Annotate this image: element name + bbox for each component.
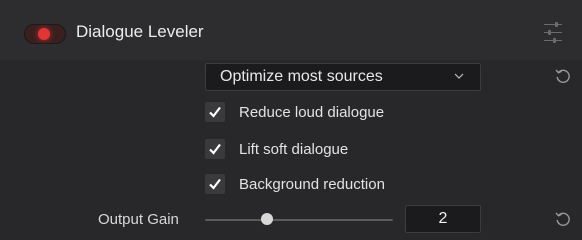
checkmark-icon: [209, 106, 221, 118]
output-gain-slider-track[interactable]: [205, 219, 393, 221]
output-gain-input[interactable]: 2: [405, 205, 481, 233]
enable-toggle[interactable]: [24, 24, 66, 44]
reset-icon[interactable]: [554, 67, 572, 85]
checkbox-label: Background reduction: [239, 176, 385, 193]
mode-dropdown[interactable]: Optimize most sources: [205, 63, 481, 91]
chevron-down-icon: [454, 73, 464, 79]
checkmark-icon: [209, 178, 221, 190]
panel-header: Dialogue Leveler: [0, 0, 582, 60]
options-sliders-icon[interactable]: [544, 20, 562, 44]
checkbox[interactable]: [205, 139, 225, 159]
reset-icon[interactable]: [554, 210, 572, 228]
panel-title: Dialogue Leveler: [76, 22, 204, 41]
checkbox[interactable]: [205, 174, 225, 194]
dialogue-leveler-panel: Dialogue Leveler Optimize most sources R…: [0, 0, 582, 240]
checkmark-icon: [209, 143, 221, 155]
output-gain-label: Output Gain: [98, 211, 179, 228]
checkbox-label: Reduce loud dialogue: [239, 104, 385, 121]
toggle-indicator: [38, 28, 50, 40]
output-gain-value: 2: [438, 210, 448, 227]
mode-dropdown-value: Optimize most sources: [220, 68, 383, 85]
checkbox-label: Lift soft dialogue: [239, 141, 349, 158]
checkbox[interactable]: [205, 102, 225, 122]
output-gain-slider-handle[interactable]: [261, 213, 274, 225]
